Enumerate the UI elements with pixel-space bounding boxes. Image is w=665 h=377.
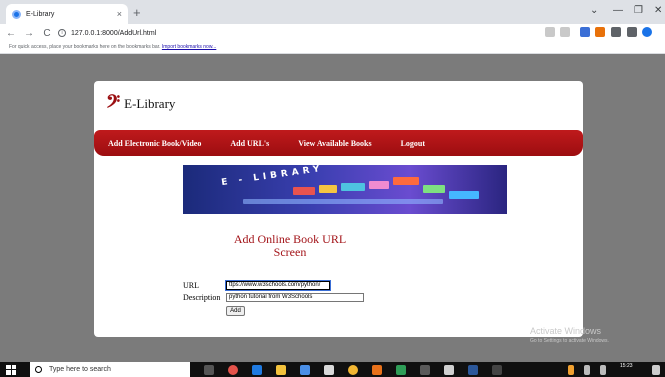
browser-tab-bar: E-Library × + ⌄ — ❐ ✕: [0, 0, 665, 24]
notification-icon[interactable]: [652, 365, 660, 375]
task-view-icon[interactable]: [204, 365, 214, 375]
app-icon[interactable]: [396, 365, 406, 375]
taskbar-clock[interactable]: 15:23: [620, 363, 633, 369]
book-icon: [369, 181, 389, 189]
site-info-icon[interactable]: i: [58, 29, 66, 37]
logo-icon: 𝄢: [106, 91, 121, 117]
page-title-line2: Screen: [273, 245, 307, 259]
menu-logout[interactable]: Logout: [401, 139, 425, 148]
page-body: 𝄢 E-Library Add Electronic Book/Video Ad…: [0, 55, 665, 362]
app-icon[interactable]: [300, 365, 310, 375]
book-icon: [393, 177, 419, 185]
sidepanel-icon[interactable]: [627, 27, 637, 37]
new-tab-button[interactable]: +: [133, 5, 141, 20]
description-input[interactable]: python tutorial from W3Schools: [226, 293, 364, 302]
book-icon: [341, 183, 365, 191]
logo: 𝄢 E-Library: [106, 93, 175, 115]
close-window-button[interactable]: ✕: [654, 5, 662, 16]
url-field[interactable]: i 127.0.0.1:8000/AddUrl.html: [58, 26, 518, 40]
tab-search-icon[interactable]: ⌄: [590, 5, 598, 16]
activate-windows-watermark: Activate Windows Go to Settings to activ…: [530, 326, 609, 344]
bookmarks-bar: For quick access, place your bookmarks h…: [0, 42, 665, 54]
menu-add-urls[interactable]: Add URL's: [230, 139, 269, 148]
forward-button[interactable]: →: [22, 28, 36, 39]
taskbar-search-placeholder: Type here to search: [49, 366, 111, 373]
url-text: 127.0.0.1:8000/AddUrl.html: [71, 29, 157, 37]
tab-title: E-Library: [26, 10, 55, 18]
watermark-line1: Activate Windows: [530, 326, 602, 336]
url-input[interactable]: ttps://www.w3schools.com/python/: [225, 280, 331, 291]
bookmarks-prompt: For quick access, place your bookmarks h…: [9, 44, 161, 50]
puzzle-icon[interactable]: [611, 27, 621, 37]
tab-close-icon[interactable]: ×: [117, 9, 122, 19]
extension-icon[interactable]: [595, 27, 605, 37]
book-icon: [449, 191, 479, 199]
network-icon[interactable]: [584, 365, 590, 375]
file-explorer-icon[interactable]: [276, 365, 286, 375]
maximize-button[interactable]: ❐: [634, 5, 643, 16]
edge-icon[interactable]: [252, 365, 262, 375]
star-icon[interactable]: [560, 27, 570, 37]
store-icon[interactable]: [324, 365, 334, 375]
app-icon[interactable]: [444, 365, 454, 375]
minimize-button[interactable]: —: [613, 5, 623, 16]
description-label: Description: [183, 293, 221, 302]
favicon-icon: [12, 9, 21, 19]
taskbar-search[interactable]: Type here to search: [30, 362, 190, 377]
page-title: Add Online Book URL Screen: [228, 233, 352, 259]
library-banner-image: E - LIBRARY: [183, 165, 507, 214]
extension-icon[interactable]: [580, 27, 590, 37]
app-icon[interactable]: [228, 365, 238, 375]
banner-text: E - LIBRARY: [220, 165, 325, 189]
import-bookmarks-link[interactable]: Import bookmarks now...: [162, 44, 216, 50]
windows-start-icon[interactable]: [6, 364, 16, 375]
add-button[interactable]: Add: [226, 306, 245, 316]
search-icon: [35, 366, 42, 373]
app-icon[interactable]: [372, 365, 382, 375]
book-icon: [293, 187, 315, 195]
reload-button[interactable]: C: [40, 28, 54, 39]
logo-text: E-Library: [124, 96, 176, 111]
tray-icon[interactable]: [568, 365, 574, 375]
book-icon: [319, 185, 337, 193]
app-icon[interactable]: [492, 365, 502, 375]
word-icon[interactable]: [468, 365, 478, 375]
menu-add-electronic-book[interactable]: Add Electronic Book/Video: [108, 139, 201, 148]
content-card: 𝄢 E-Library Add Electronic Book/Video Ad…: [94, 81, 583, 337]
book-icon: [423, 185, 445, 193]
profile-icon[interactable]: [642, 27, 652, 37]
shelf-icon: [243, 199, 443, 204]
chrome-icon[interactable]: [348, 365, 358, 375]
app-icon[interactable]: [420, 365, 430, 375]
browser-tab[interactable]: E-Library ×: [6, 4, 128, 24]
share-icon[interactable]: [545, 27, 555, 37]
url-label: URL: [183, 281, 199, 290]
volume-icon[interactable]: [600, 365, 606, 375]
back-button[interactable]: ←: [4, 28, 18, 39]
main-menu: Add Electronic Book/Video Add URL's View…: [94, 130, 583, 156]
watermark-line2: Go to Settings to activate Windows.: [530, 338, 609, 344]
menu-view-books[interactable]: View Available Books: [298, 139, 371, 148]
